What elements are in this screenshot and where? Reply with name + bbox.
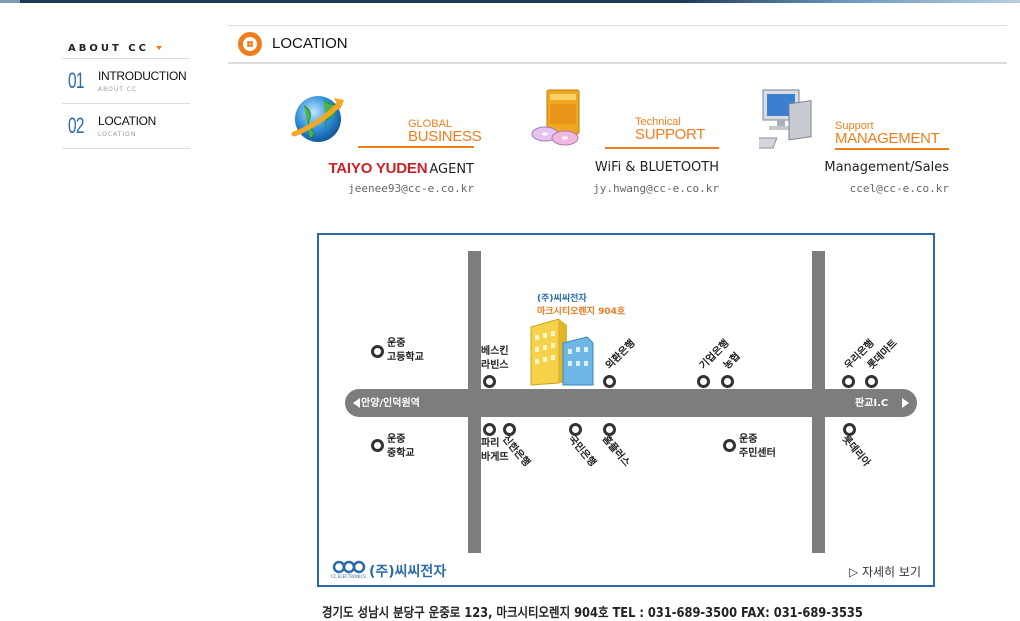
sidebar: ABOUT CC 01 INTRODUCTION ABOUT CC 02 LOC… xyxy=(62,40,190,149)
map-poi-marker xyxy=(371,345,384,358)
computer-icon xyxy=(759,89,812,149)
footer-address: 경기도 성남시 분당구 운중로 123, 마크시티오렌지 904호 TEL : … xyxy=(322,606,863,621)
road-horizontal xyxy=(345,389,917,417)
top-bar xyxy=(0,0,1020,3)
info-block-business: GLOBAL BUSINESS TAIYO YUDEN AGENT jeenee9… xyxy=(274,88,482,203)
poi-label-baskin: 베스킨 라빈스 xyxy=(481,346,509,371)
page-title: LOCATION xyxy=(272,35,348,52)
block-description: WiFi & BLUETOOTH xyxy=(594,160,719,175)
map-poi-marker xyxy=(842,375,855,388)
block-underline xyxy=(835,148,949,150)
poi-label-community-center: 운중 주민센터 xyxy=(739,434,776,459)
sidebar-item-label: INTRODUCTION xyxy=(98,69,187,83)
building-icon xyxy=(530,318,594,386)
map-poi-marker xyxy=(603,375,616,388)
map-poi-marker xyxy=(721,375,734,388)
sidebar-item-label: LOCATION xyxy=(98,114,157,128)
poi-label-high-school: 운중 고등학교 xyxy=(387,338,424,363)
block-underline xyxy=(358,146,474,148)
block-category-large: BUSINESS xyxy=(408,128,482,145)
building-company: (주)씨씨전자 xyxy=(537,294,587,304)
block-email[interactable]: ccel@cc-e.co.kr xyxy=(850,182,949,195)
sidebar-item-sublabel: LOCATION xyxy=(98,131,137,138)
block-category-large: MANAGEMENT xyxy=(835,130,940,147)
sidebar-title-text: ABOUT CC xyxy=(68,43,149,54)
caret-down-icon xyxy=(156,46,163,50)
poi-label-middle-school: 운중 중학교 xyxy=(387,434,415,459)
block-category-large: SUPPORT xyxy=(635,126,706,143)
sidebar-item-introduction[interactable]: 01 INTRODUCTION ABOUT CC xyxy=(62,58,190,104)
info-block-management: Support MANAGEMENT Management/Sales ccel… xyxy=(749,88,949,203)
sidebar-item-number: 01 xyxy=(68,68,84,93)
location-map[interactable]: (주)씨씨전자 마크시티오렌지 904호 안양/인덕원역 판교I.C 운중 고등… xyxy=(317,233,935,587)
map-poi-marker xyxy=(483,423,496,436)
road-label-left: 안양/인덕원역 xyxy=(361,398,420,409)
view-detail-link[interactable]: ▷ 자세히 보기 xyxy=(849,563,921,580)
map-poi-marker xyxy=(371,439,384,452)
cc-logo-icon xyxy=(332,560,366,574)
block-description: Management/Sales xyxy=(824,160,949,175)
road-label-right: 판교I.C xyxy=(855,398,889,409)
map-poi-marker xyxy=(865,375,878,388)
block-email[interactable]: jy.hwang@cc-e.co.kr xyxy=(593,182,719,195)
map-poi-marker xyxy=(723,439,736,452)
info-block-support: Technical SUPPORT WiFi & BLUETOOTH jy.hw… xyxy=(519,88,719,203)
block-underline xyxy=(605,147,719,149)
block-desc-text: AGENT xyxy=(429,162,474,177)
sidebar-item-location[interactable]: 02 LOCATION LOCATION xyxy=(62,104,190,149)
sidebar-item-sublabel: ABOUT CC xyxy=(98,86,138,93)
company-logo-name: (주)씨씨전자 xyxy=(369,564,447,580)
logo-subtext: CC ELECTRONICS xyxy=(331,574,366,579)
block-email[interactable]: jeenee93@cc-e.co.kr xyxy=(348,182,474,195)
software-icon xyxy=(531,89,580,146)
location-icon xyxy=(238,32,262,56)
map-poi-marker xyxy=(483,375,496,388)
map-poi-marker xyxy=(697,375,710,388)
page-header: LOCATION xyxy=(228,25,1007,64)
sidebar-title: ABOUT CC xyxy=(62,40,190,58)
brand-taiyo-yuden: TAIYO YUDEN xyxy=(328,160,428,177)
globe-icon xyxy=(291,96,344,142)
building-address: 마크시티오렌지 904호 xyxy=(537,307,626,317)
sidebar-item-number: 02 xyxy=(68,113,84,138)
block-description: TAIYO YUDEN AGENT xyxy=(328,160,474,177)
